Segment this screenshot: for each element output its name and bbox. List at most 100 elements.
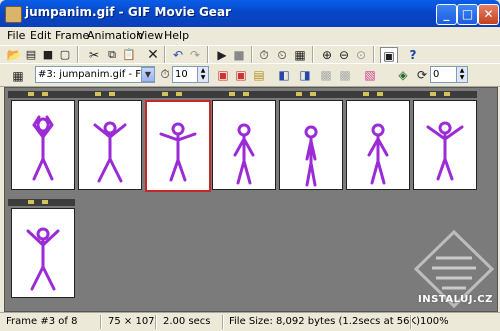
disabled-icon-a[interactable]: ▩ — [318, 67, 334, 83]
stick-figure — [233, 123, 255, 185]
delay-icon: ⏱ — [160, 67, 170, 81]
stick-figure — [304, 125, 318, 187]
help-icon[interactable]: ? — [405, 47, 421, 63]
sprocket-marker — [162, 92, 168, 96]
sprocket-marker — [430, 92, 436, 96]
menu-help[interactable]: Help — [164, 29, 189, 42]
new-icon[interactable]: ▤ — [23, 47, 39, 63]
copy-icon[interactable]: ⧉ — [104, 47, 120, 63]
timer-icon[interactable]: ⏱ — [256, 47, 272, 63]
stick-figure — [26, 227, 60, 291]
zoom-reset-icon[interactable]: ⊙ — [353, 47, 369, 63]
frame-thumbnail-2[interactable] — [78, 100, 142, 190]
toolbar-separator — [251, 46, 253, 64]
toolbar-separator — [312, 46, 314, 64]
status-separator — [410, 315, 412, 329]
menu-file[interactable]: File — [7, 29, 25, 42]
play-icon[interactable]: ▶ — [214, 47, 230, 63]
sprocket-marker — [109, 92, 115, 96]
status-size: 75 × 107 — [108, 316, 155, 327]
toolbar-separator — [77, 46, 79, 64]
frame-list-icon[interactable]: ▦ — [10, 68, 26, 84]
frame-thumbnail-6[interactable] — [346, 100, 410, 190]
sprocket-marker — [296, 92, 302, 96]
toolbar-separator — [164, 46, 166, 64]
compose-icon[interactable]: ◈ — [395, 67, 411, 83]
close-button[interactable]: ✕ — [478, 4, 499, 25]
paste-icon[interactable]: 📋 — [121, 47, 137, 63]
stick-figure — [159, 122, 197, 182]
sprocket-marker — [377, 92, 383, 96]
zoom-in-icon[interactable]: ⊕ — [319, 47, 335, 63]
stick-figure — [32, 115, 54, 181]
delay-stepper[interactable]: ▲ ▼ — [197, 66, 209, 83]
sprocket-marker — [363, 92, 369, 96]
save-icon[interactable]: ■ — [40, 47, 56, 63]
stick-figure — [93, 121, 127, 183]
menu-frame[interactable]: Frame — [55, 29, 89, 42]
chevron-down-icon[interactable]: ▼ — [141, 67, 155, 82]
frame-icon-b[interactable]: ▣ — [233, 67, 249, 83]
status-separator — [155, 315, 157, 329]
frame-icon-e[interactable]: ◨ — [297, 67, 313, 83]
loop-icon: ⟳ — [416, 68, 428, 82]
frame-icon-c[interactable]: ▤ — [251, 67, 267, 83]
palette-icon[interactable]: ▧ — [362, 67, 378, 83]
menu-view[interactable]: View — [137, 29, 163, 42]
frame-icon-d[interactable]: ◧ — [276, 67, 292, 83]
sprocket-marker — [310, 92, 316, 96]
frame-thumbnail-1[interactable] — [11, 100, 75, 190]
frame-icon-a[interactable]: ▣ — [215, 67, 231, 83]
frame-thumbnail-8[interactable] — [11, 208, 75, 298]
sprocket-marker — [42, 200, 48, 204]
app-icon — [5, 6, 22, 23]
toolbar-separator — [373, 46, 375, 64]
stick-figure — [426, 121, 464, 181]
filmstrip-edge — [8, 91, 477, 98]
open-icon[interactable]: 📂 — [6, 47, 22, 63]
status-zoom: 100% — [420, 316, 449, 327]
menu-edit[interactable]: Edit — [30, 29, 51, 42]
sprocket-marker — [95, 92, 101, 96]
status-duration: 2.00 secs — [163, 316, 211, 327]
sprocket-marker — [28, 200, 34, 204]
watermark-text: INSTALUJ.CZ — [418, 294, 493, 305]
menu-animation[interactable]: Animation — [87, 29, 143, 42]
zoom-out-icon[interactable]: ⊖ — [336, 47, 352, 63]
disabled-icon-b[interactable]: ▩ — [337, 67, 353, 83]
status-filesize: File Size: 8,092 bytes (1.2secs at 56K) — [229, 316, 420, 327]
menu-bar: File Edit Frame Animation View Help — [0, 27, 500, 45]
clock-icon[interactable]: ⏲ — [274, 47, 290, 63]
cut-icon[interactable]: ✂ — [86, 47, 102, 63]
maximize-button[interactable]: □ — [457, 4, 478, 25]
loop-stepper[interactable]: ▲ ▼ — [456, 66, 468, 83]
frame-thumbnail-3[interactable] — [145, 100, 211, 192]
toolbar-separator — [207, 46, 209, 64]
main-toolbar: 📂 ▤ ■ ▢ ✂ ⧉ 📋 ✕ ↶ ↷ ▶ ■ ⏱ ⏲ ▦ ⊕ ⊖ ⊙ ▣ ? — [0, 45, 500, 65]
sprocket-marker — [243, 92, 249, 96]
status-frame: Frame #3 of 8 — [6, 316, 78, 327]
status-separator — [222, 315, 224, 329]
redo-icon[interactable]: ↷ — [187, 47, 203, 63]
sprocket-marker — [229, 92, 235, 96]
frame-thumbnail-5[interactable] — [279, 100, 343, 190]
minimize-button[interactable]: _ — [436, 4, 457, 25]
frame-thumbnail-7[interactable] — [413, 100, 477, 190]
frame-select[interactable]: #3: jumpanim.gif - Frame 3 — [35, 66, 155, 83]
filmstrip-edge — [8, 199, 75, 206]
window-title: jumpanim.gif - GIF Movie Gear — [25, 5, 231, 19]
status-separator — [100, 315, 102, 329]
status-bar: Frame #3 of 8 75 × 107 2.00 secs File Si… — [0, 312, 500, 331]
stop-icon[interactable]: ■ — [231, 47, 247, 63]
sprocket-marker — [42, 92, 48, 96]
delete-icon[interactable]: ✕ — [145, 47, 161, 63]
stick-figure — [367, 123, 389, 185]
undo-icon[interactable]: ↶ — [170, 47, 186, 63]
film-icon[interactable]: ▦ — [292, 47, 308, 63]
frame-thumbnail-4[interactable] — [212, 100, 276, 190]
title-bar[interactable]: jumpanim.gif - GIF Movie Gear _ □ ✕ — [0, 0, 500, 27]
sprocket-marker — [176, 92, 182, 96]
sprocket-marker — [28, 92, 34, 96]
sprocket-marker — [444, 92, 450, 96]
copy-frame-icon[interactable]: ▢ — [57, 47, 73, 63]
